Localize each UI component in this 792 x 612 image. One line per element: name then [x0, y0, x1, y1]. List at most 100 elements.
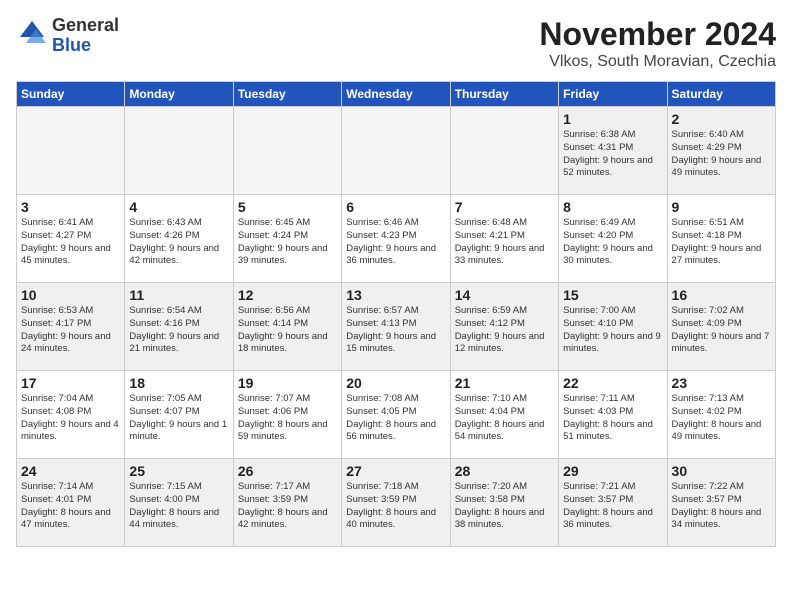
day-info: Sunrise: 7:10 AMSunset: 4:04 PMDaylight:…	[455, 393, 554, 444]
day-number: 5	[238, 199, 337, 215]
title-block: November 2024 Vlkos, South Moravian, Cze…	[539, 16, 776, 71]
table-row: 16 Sunrise: 7:02 AMSunset: 4:09 PMDayligh…	[667, 283, 775, 371]
day-info: Sunrise: 7:14 AMSunset: 4:01 PMDaylight:…	[21, 481, 120, 532]
calendar-header-row: Sunday Monday Tuesday Wednesday Thursday…	[17, 82, 776, 107]
day-number: 17	[21, 375, 120, 391]
day-info: Sunrise: 7:02 AMSunset: 4:09 PMDaylight:…	[672, 305, 771, 356]
day-info: Sunrise: 6:59 AMSunset: 4:12 PMDaylight:…	[455, 305, 554, 356]
day-number: 21	[455, 375, 554, 391]
table-row: 9 Sunrise: 6:51 AMSunset: 4:18 PMDaylight…	[667, 195, 775, 283]
table-row: 13 Sunrise: 6:57 AMSunset: 4:13 PMDayligh…	[342, 283, 450, 371]
col-thursday: Thursday	[450, 82, 558, 107]
day-number: 9	[672, 199, 771, 215]
table-row: 4 Sunrise: 6:43 AMSunset: 4:26 PMDaylight…	[125, 195, 233, 283]
week-row-1: 1Sunrise: 6:38 AMSunset: 4:31 PMDaylight…	[17, 107, 776, 195]
table-row: 25 Sunrise: 7:15 AMSunset: 4:00 PMDayligh…	[125, 459, 233, 547]
day-info: Sunrise: 6:56 AMSunset: 4:14 PMDaylight:…	[238, 305, 337, 356]
table-row: 24 Sunrise: 7:14 AMSunset: 4:01 PMDayligh…	[17, 459, 125, 547]
day-number: 24	[21, 463, 120, 479]
week-row-5: 24 Sunrise: 7:14 AMSunset: 4:01 PMDayligh…	[17, 459, 776, 547]
day-number: 23	[672, 375, 771, 391]
table-row	[233, 107, 341, 195]
day-number: 12	[238, 287, 337, 303]
table-row: 3 Sunrise: 6:41 AMSunset: 4:27 PMDaylight…	[17, 195, 125, 283]
table-row: 5 Sunrise: 6:45 AMSunset: 4:24 PMDaylight…	[233, 195, 341, 283]
table-row: 12 Sunrise: 6:56 AMSunset: 4:14 PMDayligh…	[233, 283, 341, 371]
day-number: 22	[563, 375, 662, 391]
day-info: Sunrise: 6:41 AMSunset: 4:27 PMDaylight:…	[21, 217, 120, 268]
table-row: 6 Sunrise: 6:46 AMSunset: 4:23 PMDaylight…	[342, 195, 450, 283]
table-row: 22 Sunrise: 7:11 AMSunset: 4:03 PMDayligh…	[559, 371, 667, 459]
table-row: 27Sunrise: 7:18 AMSunset: 3:59 PMDayligh…	[342, 459, 450, 547]
day-info: Sunrise: 7:11 AMSunset: 4:03 PMDaylight:…	[563, 393, 662, 444]
table-row: 15 Sunrise: 7:00 AMSunset: 4:10 PMDayligh…	[559, 283, 667, 371]
day-number: 13	[346, 287, 445, 303]
day-number: 19	[238, 375, 337, 391]
table-row: 23 Sunrise: 7:13 AMSunset: 4:02 PMDayligh…	[667, 371, 775, 459]
location-subtitle: Vlkos, South Moravian, Czechia	[539, 53, 776, 71]
page-header: General Blue November 2024 Vlkos, South …	[16, 16, 776, 71]
day-number: 10	[21, 287, 120, 303]
day-number: 15	[563, 287, 662, 303]
day-number: 3	[21, 199, 120, 215]
logo-icon	[16, 17, 48, 49]
day-number: 2	[672, 111, 771, 127]
table-row: 17 Sunrise: 7:04 AMSunset: 4:08 PMDayligh…	[17, 371, 125, 459]
day-number: 29	[563, 463, 662, 479]
table-row: 19 Sunrise: 7:07 AMSunset: 4:06 PMDayligh…	[233, 371, 341, 459]
day-number: 25	[129, 463, 228, 479]
table-row: 2 Sunrise: 6:40 AMSunset: 4:29 PMDaylight…	[667, 107, 775, 195]
table-row: 21 Sunrise: 7:10 AMSunset: 4:04 PMDayligh…	[450, 371, 558, 459]
day-info: Sunrise: 6:43 AMSunset: 4:26 PMDaylight:…	[129, 217, 228, 268]
day-number: 16	[672, 287, 771, 303]
day-number: 4	[129, 199, 228, 215]
day-info: Sunrise: 7:04 AMSunset: 4:08 PMDaylight:…	[21, 393, 120, 444]
calendar-table: Sunday Monday Tuesday Wednesday Thursday…	[16, 81, 776, 547]
day-info: Sunrise: 7:00 AMSunset: 4:10 PMDaylight:…	[563, 305, 662, 356]
day-info: Sunrise: 6:49 AMSunset: 4:20 PMDaylight:…	[563, 217, 662, 268]
day-number: 7	[455, 199, 554, 215]
table-row	[342, 107, 450, 195]
week-row-4: 17 Sunrise: 7:04 AMSunset: 4:08 PMDayligh…	[17, 371, 776, 459]
col-saturday: Saturday	[667, 82, 775, 107]
table-row: 29 Sunrise: 7:21 AMSunset: 3:57 PMDayligh…	[559, 459, 667, 547]
day-number: 27	[346, 463, 445, 479]
month-title: November 2024	[539, 16, 776, 53]
logo: General Blue	[16, 16, 119, 56]
table-row: 28Sunrise: 7:20 AMSunset: 3:58 PMDayligh…	[450, 459, 558, 547]
day-number: 14	[455, 287, 554, 303]
day-info: Sunrise: 6:46 AMSunset: 4:23 PMDaylight:…	[346, 217, 445, 268]
day-info: Sunrise: 7:13 AMSunset: 4:02 PMDaylight:…	[672, 393, 771, 444]
table-row: 26Sunrise: 7:17 AMSunset: 3:59 PMDayligh…	[233, 459, 341, 547]
col-wednesday: Wednesday	[342, 82, 450, 107]
day-info: Sunrise: 7:07 AMSunset: 4:06 PMDaylight:…	[238, 393, 337, 444]
table-row	[125, 107, 233, 195]
day-info: Sunrise: 6:38 AMSunset: 4:31 PMDaylight:…	[563, 129, 662, 180]
day-info: Sunrise: 7:21 AMSunset: 3:57 PMDaylight:…	[563, 481, 662, 532]
table-row	[17, 107, 125, 195]
day-info: Sunrise: 6:51 AMSunset: 4:18 PMDaylight:…	[672, 217, 771, 268]
col-sunday: Sunday	[17, 82, 125, 107]
week-row-2: 3 Sunrise: 6:41 AMSunset: 4:27 PMDaylight…	[17, 195, 776, 283]
day-number: 20	[346, 375, 445, 391]
day-info: Sunrise: 7:15 AMSunset: 4:00 PMDaylight:…	[129, 481, 228, 532]
day-info: Sunrise: 6:53 AMSunset: 4:17 PMDaylight:…	[21, 305, 120, 356]
day-info: Sunrise: 6:45 AMSunset: 4:24 PMDaylight:…	[238, 217, 337, 268]
table-row: 18Sunrise: 7:05 AMSunset: 4:07 PMDayligh…	[125, 371, 233, 459]
table-row: 10 Sunrise: 6:53 AMSunset: 4:17 PMDayligh…	[17, 283, 125, 371]
col-monday: Monday	[125, 82, 233, 107]
table-row: 1Sunrise: 6:38 AMSunset: 4:31 PMDaylight…	[559, 107, 667, 195]
day-number: 30	[672, 463, 771, 479]
day-number: 18	[129, 375, 228, 391]
day-info: Sunrise: 7:20 AMSunset: 3:58 PMDaylight:…	[455, 481, 554, 532]
day-number: 26	[238, 463, 337, 479]
day-info: Sunrise: 6:40 AMSunset: 4:29 PMDaylight:…	[672, 129, 771, 180]
day-info: Sunrise: 6:48 AMSunset: 4:21 PMDaylight:…	[455, 217, 554, 268]
col-friday: Friday	[559, 82, 667, 107]
col-tuesday: Tuesday	[233, 82, 341, 107]
day-number: 6	[346, 199, 445, 215]
day-info: Sunrise: 6:57 AMSunset: 4:13 PMDaylight:…	[346, 305, 445, 356]
day-info: Sunrise: 7:22 AMSunset: 3:57 PMDaylight:…	[672, 481, 771, 532]
day-info: Sunrise: 7:08 AMSunset: 4:05 PMDaylight:…	[346, 393, 445, 444]
table-row: 11Sunrise: 6:54 AMSunset: 4:16 PMDayligh…	[125, 283, 233, 371]
